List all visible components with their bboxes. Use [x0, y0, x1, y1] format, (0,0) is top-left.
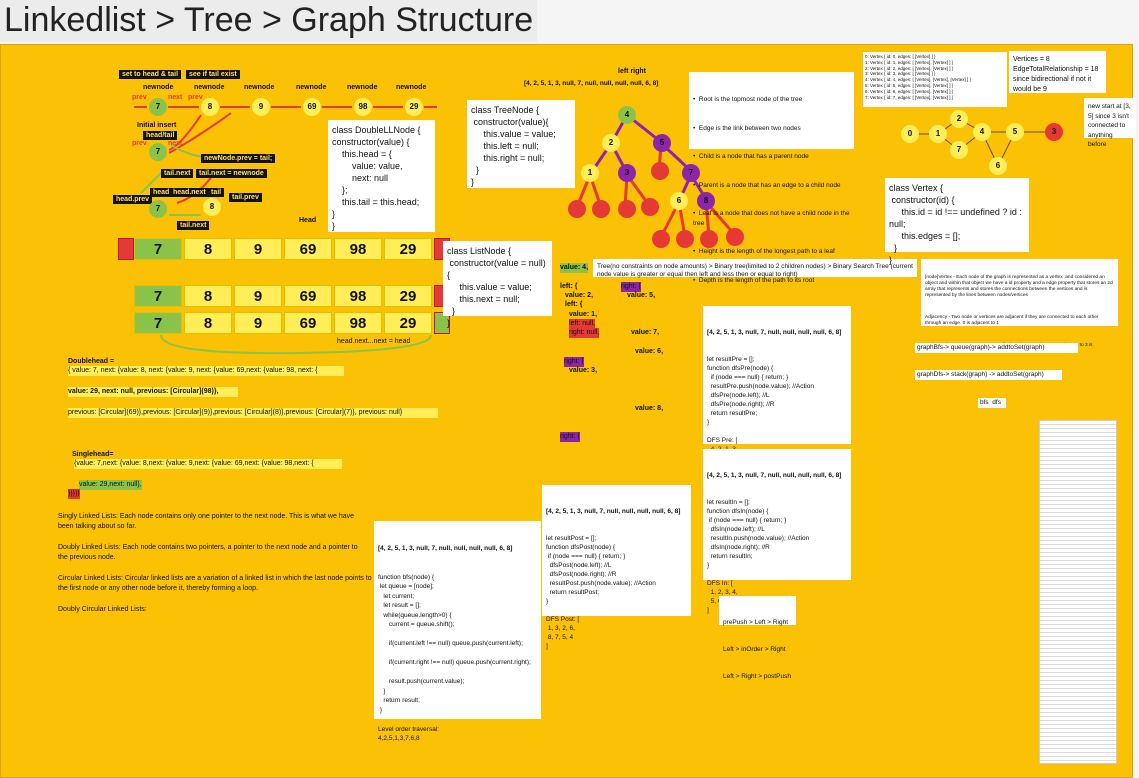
order-in: Left > inOrder > Right	[723, 646, 786, 653]
graph-definitions[interactable]: [node]Vertex - Each node of the graph is…	[921, 259, 1118, 354]
tree-obj-value5: value: 5,	[627, 292, 656, 299]
tree-obj-rightnull: right: null,	[569, 328, 600, 338]
graph-node: 3	[1045, 123, 1063, 141]
order-post: Left > Right > postPush	[723, 673, 791, 680]
tree-def-item: • Leaf is a node that does not have a ch…	[693, 210, 852, 227]
graph-node: 4	[973, 123, 991, 141]
graph-def-adjacency: Adjacency - Two node or vertices are adj…	[925, 315, 1100, 326]
graph-node: 7	[950, 141, 968, 159]
dfs-pre-array: [4, 2, 5, 1, 3, null, 7, null, null, nul…	[707, 329, 842, 336]
graph-node: 5	[1006, 123, 1024, 141]
graph-edges	[910, 118, 1054, 167]
tree-obj-value3: value: 3,	[569, 367, 598, 374]
dfs-post-note[interactable]: [4, 2, 5, 1, 3, null, 7, null, null, nul…	[542, 485, 691, 650]
class-vertex-note[interactable]: class Vertex { constructor(id) { this.id…	[885, 178, 1029, 265]
tree-obj-left-inner: left: {	[565, 301, 583, 308]
tree-obj-right5: right: {	[560, 432, 580, 442]
label-head-next-eq: head.next...next = head	[337, 338, 411, 345]
desc-doubly-circular: Doubly Circular Linked Lists:	[58, 606, 147, 613]
null-leaf	[592, 200, 610, 218]
null-leaf	[641, 198, 659, 216]
doublehead-line1: { value: 7, next: {value: 8, next: {valu…	[68, 366, 344, 376]
desc-circular: Circular Linked Lists: Circular linked l…	[58, 575, 372, 592]
tree-node: 6	[670, 192, 688, 210]
tree-obj-value8: value: 8,	[635, 405, 664, 412]
doublehead-line2: value: 29, next: null, previous: [Circul…	[68, 387, 238, 397]
whiteboard[interactable]: set to head & tail see if tail exist new…	[0, 44, 1136, 778]
graph-node: 6	[989, 157, 1007, 175]
dfs-in-array: [4, 2, 5, 1, 3, null, 7, null, null, nul…	[707, 472, 842, 479]
singlehead-line3: }}}}}	[68, 489, 80, 499]
tree-obj-value6: value: 6,	[635, 348, 664, 355]
null-leaf	[568, 200, 586, 218]
tree-caption[interactable]: Tree(no constraints on node amounts) > B…	[593, 259, 917, 278]
dfs-post-array: [4, 2, 5, 1, 3, null, 7, null, null, nul…	[546, 508, 681, 515]
singlehead-line1: {value: 7,next: {value: 8,next: {value: …	[74, 459, 342, 469]
order-pre: prePush > Left > Right	[723, 619, 789, 626]
tree-def-item: • Height is the length of the longest pa…	[693, 248, 835, 255]
dfs-in-note[interactable]: [4, 2, 5, 1, 3, null, 7, null, null, nul…	[703, 449, 851, 614]
tree-obj-value7: value: 7,	[631, 329, 660, 336]
bfs-dfs-tags[interactable]: bfs dfs	[978, 398, 1006, 408]
singlehead-line2: value: 29,next: null},	[79, 480, 142, 490]
desc-doubly: Doubly Linked Lists: Each node contains …	[58, 544, 358, 561]
desc-singly: Singly Linked Lists: Each node contains …	[58, 513, 354, 530]
doublehead-line3: previous: [Circular](69)},previous: [Cir…	[68, 408, 438, 418]
dfs-pre-note[interactable]: [4, 2, 5, 1, 3, null, 7, null, null, nul…	[703, 306, 851, 471]
null-leaf	[676, 230, 694, 248]
bfs-array: [4, 2, 5, 1, 3, null, 7, null, null, nul…	[378, 545, 513, 552]
graph-def-vertex: [node]Vertex - Each node of the graph is…	[925, 275, 1115, 298]
graph-bfs-note[interactable]: graphBfs-> queue(graph)-> addtoSet(graph…	[915, 343, 1078, 353]
bfs-body: function bfs(node) { let queue = [node];…	[378, 573, 531, 743]
lined-notes-panel[interactable]	[1039, 420, 1117, 764]
graph-node: 2	[950, 110, 968, 128]
graph-dfs-note[interactable]: graphDfs-> stack(graph) -> addtoSet(grap…	[915, 370, 1062, 380]
page-title: Linkedlist > Tree > Graph Structure	[0, 0, 538, 42]
graph-node: 0	[901, 125, 919, 143]
tree-obj-value4: value: 4,	[560, 263, 589, 273]
traversal-orders[interactable]: prePush > Left > Right Left > inOrder > …	[719, 596, 796, 680]
null-leaf	[652, 230, 670, 248]
graph-node: 1	[929, 125, 947, 143]
bfs-code-note[interactable]: [4, 2, 5, 1, 3, null, 7, null, null, nul…	[374, 521, 541, 742]
dfs-post-body: let resultPost = []; function dfsPost(no…	[546, 535, 656, 650]
null-leaf	[618, 200, 636, 218]
